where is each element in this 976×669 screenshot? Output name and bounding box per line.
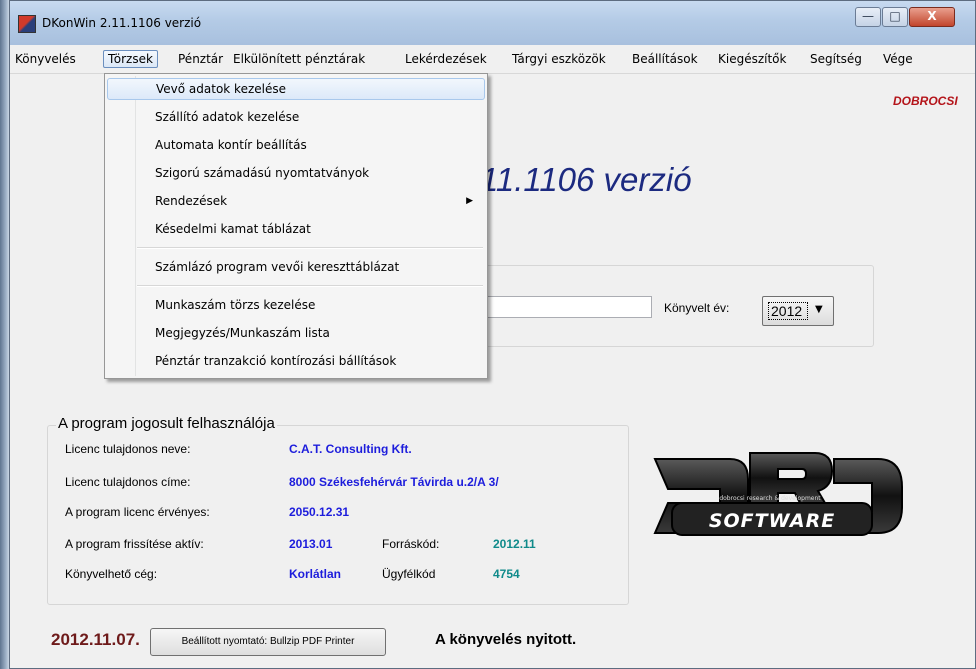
menu-item-penztar-tranzakcio[interactable]: Pénztár tranzakció kontírozási bállításo… [107,350,485,372]
menu-item-munkaszam-torzs[interactable]: Munkaszám törzs kezelése [107,294,485,316]
menu-torzsek[interactable]: Törzsek [103,50,158,68]
menu-elkulonitett-penztarak[interactable]: Elkülönített pénztárak [233,52,365,66]
license-address-value: 8000 Székesfehérvár Távirda u.2/A 3/ [289,475,499,489]
menu-vege[interactable]: Vége [883,52,913,66]
menu-item-label: Számlázó program vevői kereszttáblázat [155,260,400,274]
logo-software-text: SOFTWARE [709,510,835,532]
menu-lekerdezesek[interactable]: Lekérdezések [405,52,487,66]
drd-software-logo: dobrocsi research & development SOFTWARE [653,452,903,536]
menu-item-vevo-adatok[interactable]: Vevő adatok kezelése [107,78,485,100]
company-tag: DOBROCSI [893,94,958,108]
menu-item-label: Automata kontír beállítás [155,138,307,152]
update-active-label: A program frissítése aktív: [65,537,204,551]
printer-button[interactable]: Beállított nyomtató: Bullzip PDF Printer [150,628,386,656]
license-valid-label: A program licenc érvényes: [65,505,210,519]
submenu-arrow-icon: ▶ [466,196,473,206]
menu-item-label: Munkaszám törzs kezelése [155,298,316,312]
client-code-label: Ügyfélkód [382,567,436,581]
menu-item-label: Késedelmi kamat táblázat [155,222,311,236]
company-count-value: Korlátlan [289,567,342,581]
window-title: DKonWin 2.11.1106 verzió [42,16,202,30]
menu-item-szigoru-szamadasu[interactable]: Szigorú számadású nyomtatványok [107,162,485,184]
company-text-field[interactable] [482,296,652,318]
client-code-value: 4754 [493,567,520,581]
year-value: 2012 [768,302,808,320]
menu-item-megjegyzes-lista[interactable]: Megjegyzés/Munkaszám lista [107,322,485,344]
current-date: 2012.11.07. [51,630,140,649]
company-count-label: Könyvelhető cég: [65,567,158,581]
source-code-value: 2012.11 [493,537,536,551]
menu-item-label: Szigorú számadású nyomtatványok [155,166,370,180]
menu-separator [137,247,483,249]
torzsek-dropdown-menu: Vevő adatok kezelése Szállító adatok kez… [104,73,488,379]
menu-penztar[interactable]: Pénztár [178,52,223,66]
menu-item-szamlazo-kereszttablazat[interactable]: Számlázó program vevői kereszttáblázat [107,256,485,278]
menu-item-rendezesek[interactable]: Rendezések ▶ [107,190,485,212]
menu-bar: Könyvelés Törzsek Pénztár Elkülönített p… [10,45,975,74]
source-code-label: Forráskód: [382,537,440,551]
menu-item-label: Rendezések [155,194,228,208]
update-active-value: 2013.01 [289,537,333,551]
license-owner-value: C.A.T. Consulting Kft. [289,442,412,456]
menu-item-szallito-adatok[interactable]: Szállító adatok kezelése [107,106,485,128]
license-group-title: A program jogosult felhasználója [56,415,277,432]
menu-item-label: Szállító adatok kezelése [155,110,300,124]
year-dropdown[interactable]: 2012 ▼ [762,296,834,326]
menu-kiegeszitok[interactable]: Kiegészítők [718,52,786,66]
close-button[interactable]: X [909,7,955,27]
license-address-label: Licenc tulajdonos címe: [65,475,191,489]
menu-item-label: Megjegyzés/Munkaszám lista [155,326,330,340]
menu-targyi-eszkozok[interactable]: Tárgyi eszközök [512,52,606,66]
license-owner-label: Licenc tulajdonos neve: [65,442,191,456]
license-valid-value: 2050.12.31 [289,505,350,519]
app-icon [18,15,36,33]
menu-item-label: Pénztár tranzakció kontírozási bállításo… [155,354,397,368]
menu-beallitasok[interactable]: Beállítások [632,52,698,66]
konyvelt-ev-label: Könyvelt év: [664,301,730,315]
menu-konyveles[interactable]: Könyvelés [15,52,76,66]
menu-item-kesedelmi-kamat[interactable]: Késedelmi kamat táblázat [107,218,485,240]
maximize-button[interactable]: □ [882,7,908,27]
menu-item-automata-kontir[interactable]: Automata kontír beállítás [107,134,485,156]
logo-tagline: dobrocsi research & development [719,495,821,502]
chevron-down-icon: ▼ [815,304,823,315]
menu-item-label: Vevő adatok kezelése [156,82,286,96]
version-heading: 11.1106 verzió [480,161,692,198]
title-bar[interactable]: DKonWin 2.11.1106 verzió — □ X [10,1,975,45]
bookkeeping-status: A könyvelés nyitott. [435,631,577,648]
menu-separator [137,285,483,287]
menu-segitseg[interactable]: Segítség [810,52,862,66]
minimize-button[interactable]: — [855,7,881,27]
main-window: DKonWin 2.11.1106 verzió — □ X Könyvelés… [9,0,976,669]
